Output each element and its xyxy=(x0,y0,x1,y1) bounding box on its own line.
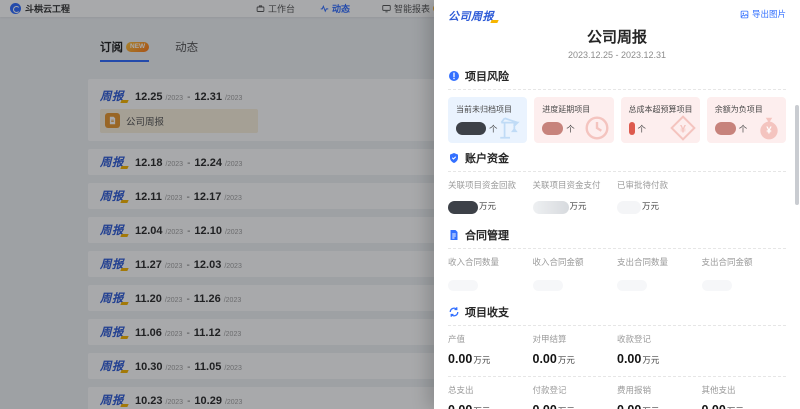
metric-label: 费用报销 xyxy=(617,384,702,396)
redacted-value xyxy=(533,280,563,291)
metric: 支出合同金额 xyxy=(702,256,787,291)
metric-value: 0.00 xyxy=(533,352,557,366)
metric-label: 收入合同金额 xyxy=(533,256,618,268)
redacted-value xyxy=(533,201,569,214)
risk-cards: 当前未归档项目 个 进度延期项目 个 总成本超预算项目 个 余额为负项目 个 xyxy=(448,97,786,143)
metric: 已审批待付款 万元 xyxy=(617,179,702,214)
metric-label: 付款登记 xyxy=(533,384,618,396)
risk-card-label: 余额为负项目 xyxy=(715,104,778,115)
redacted-value xyxy=(702,280,732,291)
metric: 总支出 0.00万元 xyxy=(448,384,533,409)
export-image-label: 导出图片 xyxy=(752,8,786,20)
metric-value: 0.00 xyxy=(617,352,641,366)
alert-icon xyxy=(448,70,460,82)
drawer-scrollbar[interactable] xyxy=(795,105,799,205)
redacted-value xyxy=(542,122,563,135)
risk-card: 总成本超预算项目 个 xyxy=(621,97,700,143)
section-title: 合同管理 xyxy=(465,227,509,243)
metric-label: 关联项目资金支付 xyxy=(533,179,618,191)
image-icon xyxy=(740,10,749,19)
metric-label: 总支出 xyxy=(448,384,533,396)
metric-label: 对甲结算 xyxy=(533,333,618,345)
report-title: 公司周报 xyxy=(448,26,786,47)
export-image-button[interactable]: 导出图片 xyxy=(740,8,786,20)
risk-card: 当前未归档项目 个 xyxy=(448,97,527,143)
metric-label: 支出合同数量 xyxy=(617,256,702,268)
metric: 收入合同数量 xyxy=(448,256,533,291)
redacted-value xyxy=(448,201,478,214)
metric-label: 已审批待付款 xyxy=(617,179,702,191)
section-header: 项目收支 xyxy=(448,304,786,320)
metric: 关联项目资金回款 万元 xyxy=(448,179,533,214)
metric-value: 0.00 xyxy=(702,403,726,409)
redacted-value xyxy=(617,201,641,214)
section-header: 合同管理 xyxy=(448,227,786,243)
metric-label: 收入合同数量 xyxy=(448,256,533,268)
clock-icon xyxy=(584,115,610,141)
metric: 费用报销 0.00万元 xyxy=(617,384,702,409)
section-header: 账户资金 xyxy=(448,150,786,166)
metric: 其他支出 0.00万元 xyxy=(702,384,787,409)
section-title: 项目风险 xyxy=(465,68,509,84)
report-date-range: 2023.12.25 - 2023.12.31 xyxy=(448,50,786,60)
section-header: 项目风险 xyxy=(448,68,786,84)
risk-card-label: 进度延期项目 xyxy=(542,104,605,115)
app-root: 斗栱云工程 工作台 动态 智能报表 NEW 订阅 NEW 动态 周报 12.25… xyxy=(0,0,800,409)
cycle-icon xyxy=(448,306,460,318)
metric-row: 关联项目资金回款 万元 关联项目资金支付 万元 已审批待付款 万元 xyxy=(448,179,786,214)
risk-card: 余额为负项目 个 xyxy=(707,97,786,143)
section-title: 账户资金 xyxy=(465,150,509,166)
metric-value: 0.00 xyxy=(448,403,472,409)
drawer-header: 公司周报 导出图片 xyxy=(448,8,786,24)
metric-label: 收款登记 xyxy=(617,333,702,345)
metric: 产值 0.00万元 xyxy=(448,333,533,368)
metric-row: 总支出 0.00万元 付款登记 0.00万元 费用报销 0.00万元 其他支出 … xyxy=(448,384,786,409)
metric: 关联项目资金支付 万元 xyxy=(533,179,618,214)
redacted-value xyxy=(629,122,635,135)
weekly-report-logo: 公司周报 xyxy=(448,8,494,24)
doc-icon xyxy=(448,229,460,241)
redacted-value xyxy=(456,122,486,135)
metric: 支出合同数量 xyxy=(617,256,702,291)
yuan-icon xyxy=(670,115,696,141)
metric-label: 支出合同金额 xyxy=(702,256,787,268)
redacted-value xyxy=(448,280,478,291)
redacted-value xyxy=(715,122,736,135)
metric-label: 产值 xyxy=(448,333,533,345)
risk-card-label: 当前未归档项目 xyxy=(456,104,519,115)
weekly-report-drawer: 公司周报 导出图片 公司周报 2023.12.25 - 2023.12.31 项… xyxy=(434,0,800,409)
metric-row: 收入合同数量 收入合同金额 支出合同数量 支出合同金额 xyxy=(448,256,786,291)
moneybag-icon xyxy=(756,115,782,141)
metric-row: 产值 0.00万元 对甲结算 0.00万元 收款登记 0.00万元 xyxy=(448,333,786,368)
metric: 收入合同金额 xyxy=(533,256,618,291)
metric: 对甲结算 0.00万元 xyxy=(533,333,618,368)
risk-card-label: 总成本超预算项目 xyxy=(629,104,692,115)
metric-value: 0.00 xyxy=(617,403,641,409)
metric-label: 关联项目资金回款 xyxy=(448,179,533,191)
risk-card: 进度延期项目 个 xyxy=(534,97,613,143)
metric-value: 0.00 xyxy=(448,352,472,366)
shield-icon xyxy=(448,152,460,164)
section-title: 项目收支 xyxy=(465,304,509,320)
metric-label: 其他支出 xyxy=(702,384,787,396)
redacted-value xyxy=(617,280,647,291)
metric: 收款登记 0.00万元 xyxy=(617,333,702,368)
crane-icon xyxy=(497,115,523,141)
metric-value: 0.00 xyxy=(533,403,557,409)
metric: 付款登记 0.00万元 xyxy=(533,384,618,409)
